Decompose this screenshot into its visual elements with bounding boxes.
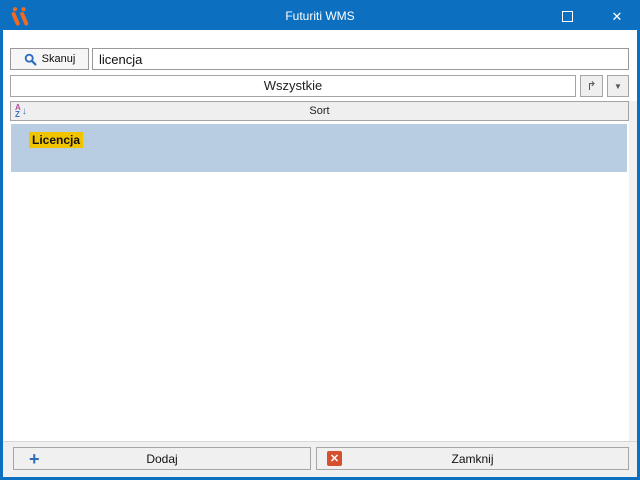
results-list: Licencja	[8, 123, 629, 441]
futuriti-logo-icon	[9, 6, 33, 27]
jump-button[interactable]: ↱	[580, 75, 603, 97]
app-window: Futuriti WMS ✕ Skanuj Wszystkie ↱ ▼ A	[0, 0, 640, 480]
add-button[interactable]: + Dodaj	[13, 447, 311, 470]
maximize-icon	[562, 11, 573, 22]
search-input[interactable]	[92, 48, 629, 70]
filter-combobox[interactable]: Wszystkie	[10, 75, 576, 97]
sort-z-glyph: Z	[15, 111, 21, 118]
close-button[interactable]: ✕	[597, 3, 637, 30]
titlebar: Futuriti WMS ✕	[3, 3, 637, 30]
scan-button-label: Skanuj	[42, 53, 76, 65]
sort-header[interactable]: A Z ↓ Sort	[10, 101, 629, 121]
plus-icon: +	[29, 450, 40, 468]
sort-arrow-glyph: ↓	[22, 106, 27, 117]
filter-value: Wszystkie	[264, 78, 323, 93]
search-icon	[24, 53, 37, 66]
list-item-licencja[interactable]: Licencja	[11, 124, 627, 172]
close-button-label: Zamknij	[317, 452, 628, 466]
sort-header-label: Sort	[11, 105, 628, 117]
close-icon: ✕	[612, 9, 623, 25]
filter-dropdown-button[interactable]: ▼	[607, 75, 629, 97]
scrollbar-gutter[interactable]	[629, 101, 637, 441]
jump-arrow-icon: ↱	[586, 79, 596, 93]
maximize-button[interactable]	[547, 3, 587, 30]
scan-button[interactable]: Skanuj	[10, 48, 89, 70]
add-button-label: Dodaj	[14, 452, 310, 466]
close-x-icon: ✕	[327, 451, 342, 466]
sort-az-icon: A Z ↓	[15, 104, 27, 118]
close-window-button[interactable]: ✕ Zamknij	[316, 447, 629, 470]
window-title: Futuriti WMS	[3, 3, 637, 30]
chevron-down-icon: ▼	[614, 82, 622, 91]
match-highlight: Licencja	[29, 132, 83, 148]
